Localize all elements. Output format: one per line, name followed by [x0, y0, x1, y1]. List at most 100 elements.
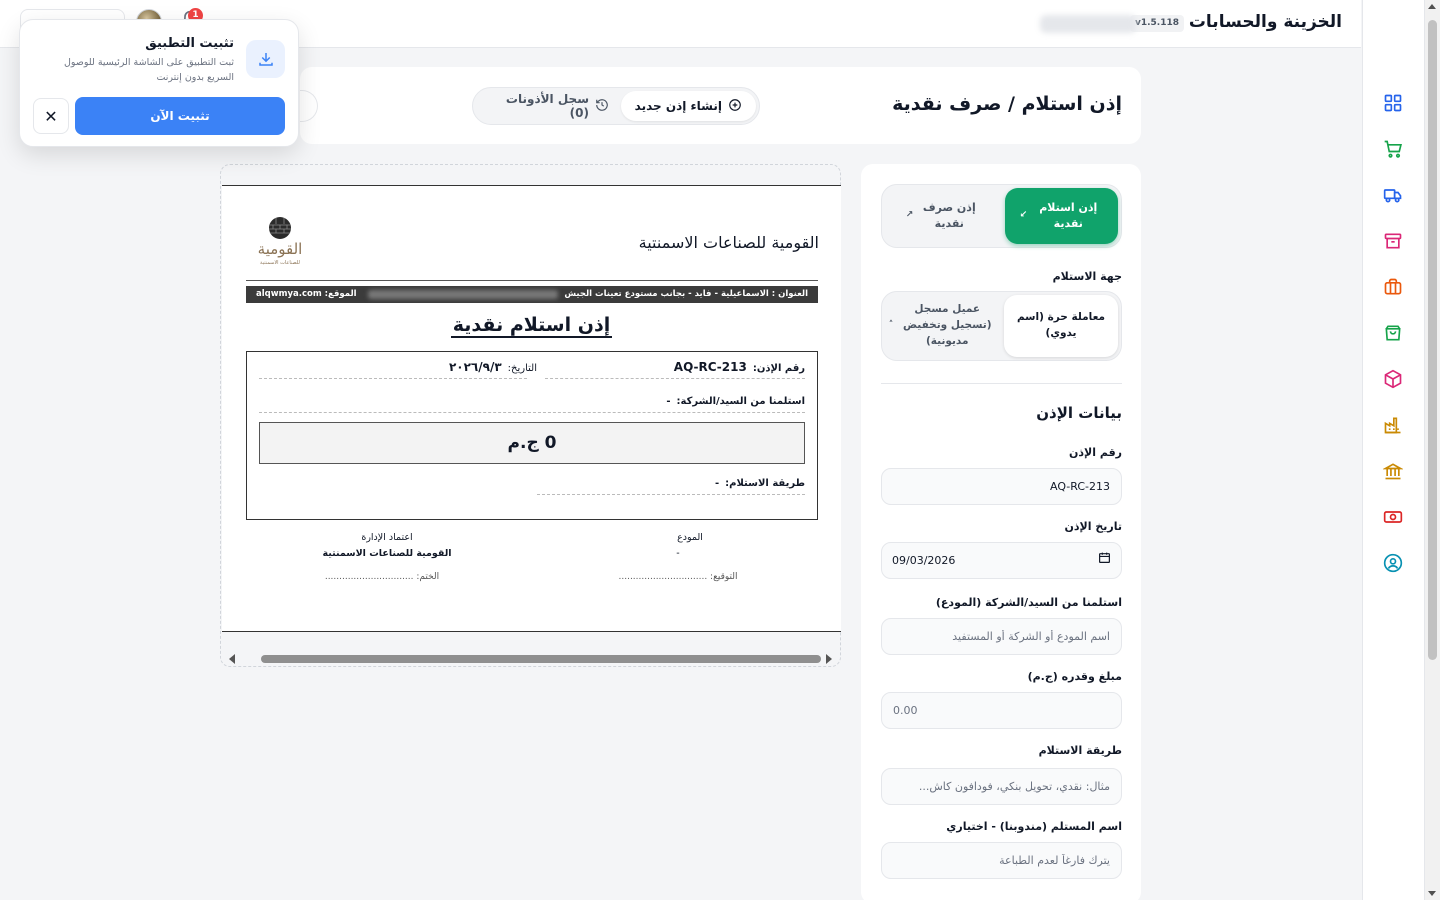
method-label: طريقة الاستلام:: [725, 478, 805, 489]
address-text: العنوان : الاسماعيلية - فايد - بجانب مست…: [564, 289, 808, 299]
method-row: طريقة الاستلام:-: [715, 478, 805, 489]
cart-icon[interactable]: [1382, 138, 1404, 160]
chevron-up-icon: ˄: [888, 320, 894, 331]
header-side-control[interactable]: [300, 90, 318, 122]
history-icon: [595, 98, 609, 115]
truck-icon[interactable]: [1382, 184, 1404, 206]
install-app-popup: تثبيت التطبيق ثبت التطبيق على الشاشة الر…: [19, 19, 299, 147]
archive-icon[interactable]: [1382, 230, 1404, 252]
voucher-no-input[interactable]: [881, 468, 1122, 505]
dashboard-icon[interactable]: [1382, 92, 1404, 114]
install-popup-description: ثبت التطبيق على الشاشة الرئيسية للوصول ا…: [63, 57, 234, 83]
free-transaction-option[interactable]: معاملة حرة (اسم يدوي): [1004, 295, 1118, 357]
voucher-number-label: رقم الإذن:: [752, 363, 805, 374]
voucher-type-toggle: إذن استلام نقدية ↙ إذن صرف نقدية ↗: [881, 184, 1122, 248]
option-label: إذن صرف نقدية: [922, 200, 976, 231]
date-input[interactable]: 09/03/2026: [881, 542, 1122, 579]
depositor-value: -: [676, 548, 680, 559]
dotted-line: [259, 412, 805, 413]
depositor-title: المودع: [677, 532, 703, 543]
option-label: إذن استلام نقدية: [1039, 200, 1098, 231]
voucher-paper: القومية للصناعات الاسمنتية القومية للصنا…: [222, 185, 841, 632]
factory-icon[interactable]: [1382, 414, 1404, 436]
option-label: عميل مسجل (تسجيل وتخفيض مديونية): [902, 303, 992, 347]
address-bar: العنوان : الاسماعيلية - فايد - بجانب مست…: [246, 286, 818, 303]
stamp-line: الختم: ...............................: [324, 572, 440, 582]
section-title: بيانات الإذن: [1036, 404, 1122, 422]
logo-subtext: للصناعات الاسمنتية: [260, 260, 300, 266]
scroll-down-arrow[interactable]: [1428, 891, 1436, 896]
method-label: طريقة الاستلام: [1038, 744, 1122, 757]
arrow-down-left-icon: ↙: [1019, 210, 1028, 221]
method-input[interactable]: [881, 768, 1122, 805]
scroll-right-arrow[interactable]: [826, 654, 832, 664]
arrow-up-right-icon: ↗: [905, 210, 914, 221]
registered-client-option[interactable]: عميل مسجل (تسجيل وتخفيض مديونية) ˄: [884, 295, 1000, 357]
bank-icon[interactable]: [1382, 460, 1404, 482]
management-title: اعتماد الإدارة: [361, 532, 413, 543]
install-popup-title: تثبيت التطبيق: [145, 36, 234, 51]
page-header-card: إذن استلام / صرف نقدية إنشاء إذن جديد سج…: [300, 67, 1141, 144]
website-text: الموقع: alqwmya.com: [256, 289, 357, 299]
divider: [881, 383, 1122, 384]
briefcase-icon[interactable]: [1382, 276, 1404, 298]
management-value: القومية للصناعات الاسمنتية: [322, 548, 452, 559]
package-icon[interactable]: [1382, 368, 1404, 390]
dotted-line: [537, 494, 805, 495]
receiver-input[interactable]: [881, 842, 1122, 879]
user-circle-icon[interactable]: [1382, 552, 1404, 574]
icon-sidebar: [1362, 0, 1424, 900]
voucher-no-label: رقم الإذن: [1069, 446, 1122, 459]
horizontal-scroll-thumb[interactable]: [261, 655, 821, 663]
received-from-value: -: [666, 396, 671, 407]
header-rule: [246, 280, 818, 281]
shopping-bag-icon[interactable]: [1382, 322, 1404, 344]
plus-circle-icon: [728, 98, 742, 115]
tab-label: سجل الأذونات (0): [505, 92, 589, 120]
scroll-left-arrow[interactable]: [229, 654, 235, 664]
page-scrollbar[interactable]: [1424, 0, 1440, 900]
page-tabs: إنشاء إذن جديد سجل الأذونات (0): [472, 87, 760, 125]
source-toggle: معاملة حرة (اسم يدوي) عميل مسجل (تسجيل و…: [881, 291, 1122, 361]
tab-voucher-history[interactable]: سجل الأذونات (0): [473, 91, 623, 121]
depositor-label: استلمنا من السيد/الشركة (المودع): [935, 596, 1122, 609]
preview-horizontal-scrollbar[interactable]: [229, 654, 832, 664]
company-logo: القومية للصناعات الاسمنتية: [252, 216, 308, 272]
date-label: تاريخ الإذن: [1064, 520, 1122, 533]
dotted-line: [545, 378, 805, 379]
scroll-up-arrow[interactable]: [1428, 4, 1436, 9]
version-badge: v1.5.118: [1129, 15, 1184, 32]
received-from-row: استلمنا من السيد/الشركة:-: [666, 396, 805, 407]
cash-icon[interactable]: [1382, 506, 1404, 528]
receive-voucher-option[interactable]: إذن استلام نقدية ↙: [1005, 188, 1118, 244]
source-label: جهة الاستلام: [1052, 270, 1122, 283]
date-row: التاريخ: ٢٠٢٦/٩/٣: [449, 360, 537, 374]
document-title-text: إذن استلام نقدية: [450, 314, 613, 338]
amount-input[interactable]: [881, 692, 1122, 729]
close-icon[interactable]: ✕: [33, 98, 69, 134]
blurred-contact: [368, 290, 558, 299]
receiver-label: اسم المستلم (مندوبنا) - اختياري: [946, 820, 1122, 833]
dotted-line: [259, 378, 527, 379]
page-title: إذن استلام / صرف نقدية: [892, 93, 1122, 115]
scrollbar-thumb[interactable]: [1428, 20, 1437, 660]
received-from-label: استلمنا من السيد/الشركة:: [676, 396, 805, 407]
voucher-details-box: رقم الإذن: AQ-RC-213 التاريخ: ٢٠٢٦/٩/٣ است…: [246, 351, 818, 520]
company-name: القومية للصناعات الاسمنتية: [638, 233, 819, 252]
voucher-form-panel: إذن استلام نقدية ↙ إذن صرف نقدية ↗ جهة ا…: [861, 164, 1141, 900]
install-now-button[interactable]: تثبيت الآن: [75, 97, 285, 135]
date-value: 09/03/2026: [892, 554, 956, 567]
document-title: إذن استلام نقدية: [222, 314, 841, 338]
tab-label: إنشاء إذن جديد: [634, 99, 722, 113]
amount-box: 0 ج.م: [259, 422, 805, 464]
depositor-input[interactable]: [881, 618, 1122, 655]
method-value: -: [714, 478, 720, 489]
option-label: معاملة حرة (اسم يدوي): [1016, 311, 1106, 339]
print-preview[interactable]: القومية للصناعات الاسمنتية القومية للصنا…: [220, 164, 841, 667]
logo-wordmark: القومية: [257, 240, 303, 258]
date-label: التاريخ:: [507, 363, 537, 374]
calendar-icon[interactable]: [1098, 542, 1111, 579]
tab-create-voucher[interactable]: إنشاء إذن جديد: [620, 91, 756, 121]
signature-line: التوقيع: ...............................: [618, 572, 738, 582]
pay-voucher-option[interactable]: إذن صرف نقدية ↗: [886, 188, 999, 244]
